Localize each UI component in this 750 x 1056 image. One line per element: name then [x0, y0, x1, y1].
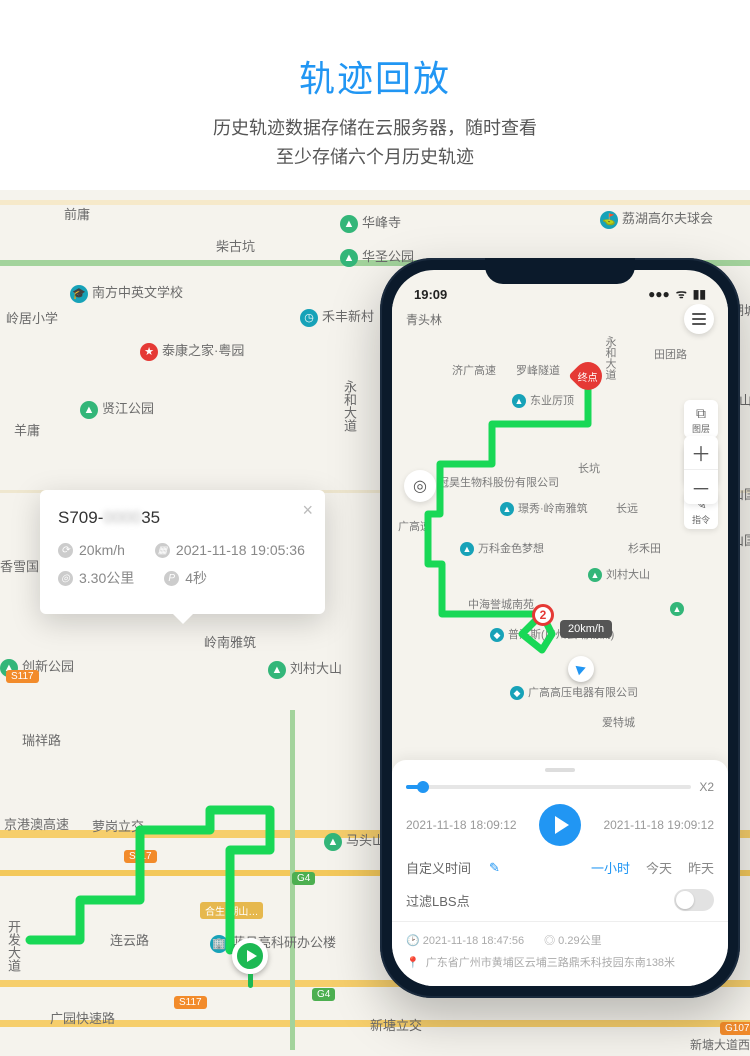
poi-label: 永和大道	[340, 380, 359, 432]
vehicle-cursor	[568, 656, 594, 682]
poi-label: ▲马头山	[324, 830, 385, 851]
hero-subtitle: 历史轨迹数据存储在云服务器，随时查看 至少存储六个月历史轨迹	[0, 114, 750, 172]
phone-route-polyline	[392, 304, 728, 734]
poi-label: 新塘大道西	[690, 1036, 750, 1053]
end-time: 2021-11-18 19:09:12	[603, 818, 714, 832]
poi-label: 羊庸	[14, 420, 40, 439]
poi-label: 萝岗立交	[92, 816, 144, 835]
drag-handle[interactable]	[545, 768, 575, 772]
progress-slider[interactable]	[406, 785, 691, 789]
poi-label: 🏢蓝月亮科研办公楼	[210, 932, 336, 953]
edit-icon[interactable]: ✎	[489, 860, 500, 876]
zoom-control: ＋ －	[684, 436, 718, 504]
playback-speed[interactable]: X2	[699, 780, 714, 794]
duration-value: P4秒	[164, 568, 207, 588]
road-shield: G4	[312, 988, 335, 1001]
poi-label: 🎓南方中英文学校	[70, 282, 183, 303]
poi-label: ▲刘村大山	[268, 658, 342, 679]
speed-value: ⟳20km/h	[58, 542, 125, 558]
road-shield: S117	[124, 850, 157, 863]
meta-address: 📍 广东省广州市黄埔区云埔三路鼎禾科技园东南138米	[406, 954, 714, 970]
poi-label: 新塘立交	[370, 1015, 422, 1034]
poi-label: 香雪国	[0, 556, 39, 575]
track-info-callout: × S709-000035 ⟳20km/h ▦2021-11-18 19:05:…	[40, 490, 325, 614]
hero-title: 轨迹回放	[0, 50, 750, 102]
range-1h[interactable]: 一小时	[591, 858, 630, 877]
waypoint-marker[interactable]: 2	[532, 604, 554, 626]
lbs-filter-toggle[interactable]	[674, 889, 714, 911]
poi-label: 京港澳高速	[4, 814, 69, 833]
distance-value: ◎3.30公里	[58, 568, 134, 588]
poi-label: 开发大道	[4, 920, 23, 972]
poi-label: 岭居小学	[6, 308, 58, 327]
poi-label: ▲贤江公园	[80, 398, 154, 419]
close-icon[interactable]: ×	[302, 500, 313, 521]
range-yesterday[interactable]: 昨天	[688, 858, 714, 877]
poi-label: ◷禾丰新村	[300, 306, 374, 327]
custom-time-label: 自定义时间	[406, 858, 471, 877]
meta-time: 🕑 2021-11-18 18:47:56	[406, 934, 524, 947]
phone-notch	[485, 258, 635, 284]
road-shield: S117	[174, 996, 207, 1009]
phone-screen: 19:09 ●●●ᯤ▮▮ 青头林 ⧉图层 ⦿围栏 ✎指令 济广高速 罗峰隧道 永…	[392, 270, 728, 986]
phone-mockup: 19:09 ●●●ᯤ▮▮ 青头林 ⧉图层 ⦿围栏 ✎指令 济广高速 罗峰隧道 永…	[380, 258, 740, 998]
poi-label: ★泰康之家·粤园	[140, 340, 244, 361]
location-pin-icon: 📍	[406, 956, 420, 969]
road-shield: G4	[292, 872, 315, 885]
layers-button[interactable]: ⧉图层	[684, 400, 718, 438]
poi-label: 瑞祥路	[22, 730, 61, 749]
road-shield: S117	[6, 670, 39, 683]
phone-map[interactable]: 青头林 ⧉图层 ⦿围栏 ✎指令 济广高速 罗峰隧道 永和大道 田团路 ▲东业厉顶…	[392, 304, 728, 734]
road-shield: G107	[720, 1022, 750, 1035]
poi-label: ▲创新公园	[0, 656, 74, 677]
play-button[interactable]	[539, 804, 581, 846]
callout-title: S709-000035	[58, 508, 307, 528]
progress-row: X2	[406, 780, 714, 794]
poi-label: 广园快速路	[50, 1008, 115, 1027]
range-today[interactable]: 今天	[646, 858, 672, 877]
status-time: 19:09	[414, 287, 447, 302]
playhead-marker[interactable]	[232, 938, 268, 974]
lbs-filter-label: 过滤LBS点	[406, 891, 470, 910]
poi-label: 前庸	[64, 204, 90, 223]
hero: 轨迹回放 历史轨迹数据存储在云服务器，随时查看 至少存储六个月历史轨迹	[0, 0, 750, 190]
poi-label: ▲华圣公园	[340, 246, 414, 267]
zoom-out-button[interactable]: －	[684, 470, 718, 504]
speed-bubble: 20km/h	[560, 620, 612, 638]
poi-label: ⛳荔湖高尔夫球会	[600, 208, 713, 229]
poi-label: 连云路	[110, 930, 149, 949]
road-shield: 合生·湖山…	[200, 902, 263, 919]
status-right: ●●●ᯤ▮▮	[642, 285, 706, 302]
meta-distance: ◎ 0.29公里	[544, 932, 601, 948]
timestamp-value: ▦2021-11-18 19:05:36	[155, 542, 305, 558]
zoom-in-button[interactable]: ＋	[684, 436, 718, 470]
poi-label: 岭南雅筑	[204, 632, 256, 651]
poi-label: ▲华峰寺	[340, 212, 401, 233]
locate-button[interactable]: ◎	[404, 470, 436, 502]
playback-panel: X2 2021-11-18 18:09:12 2021-11-18 19:09:…	[392, 760, 728, 986]
poi-label: 柴古坑	[216, 236, 255, 255]
start-time: 2021-11-18 18:09:12	[406, 818, 517, 832]
